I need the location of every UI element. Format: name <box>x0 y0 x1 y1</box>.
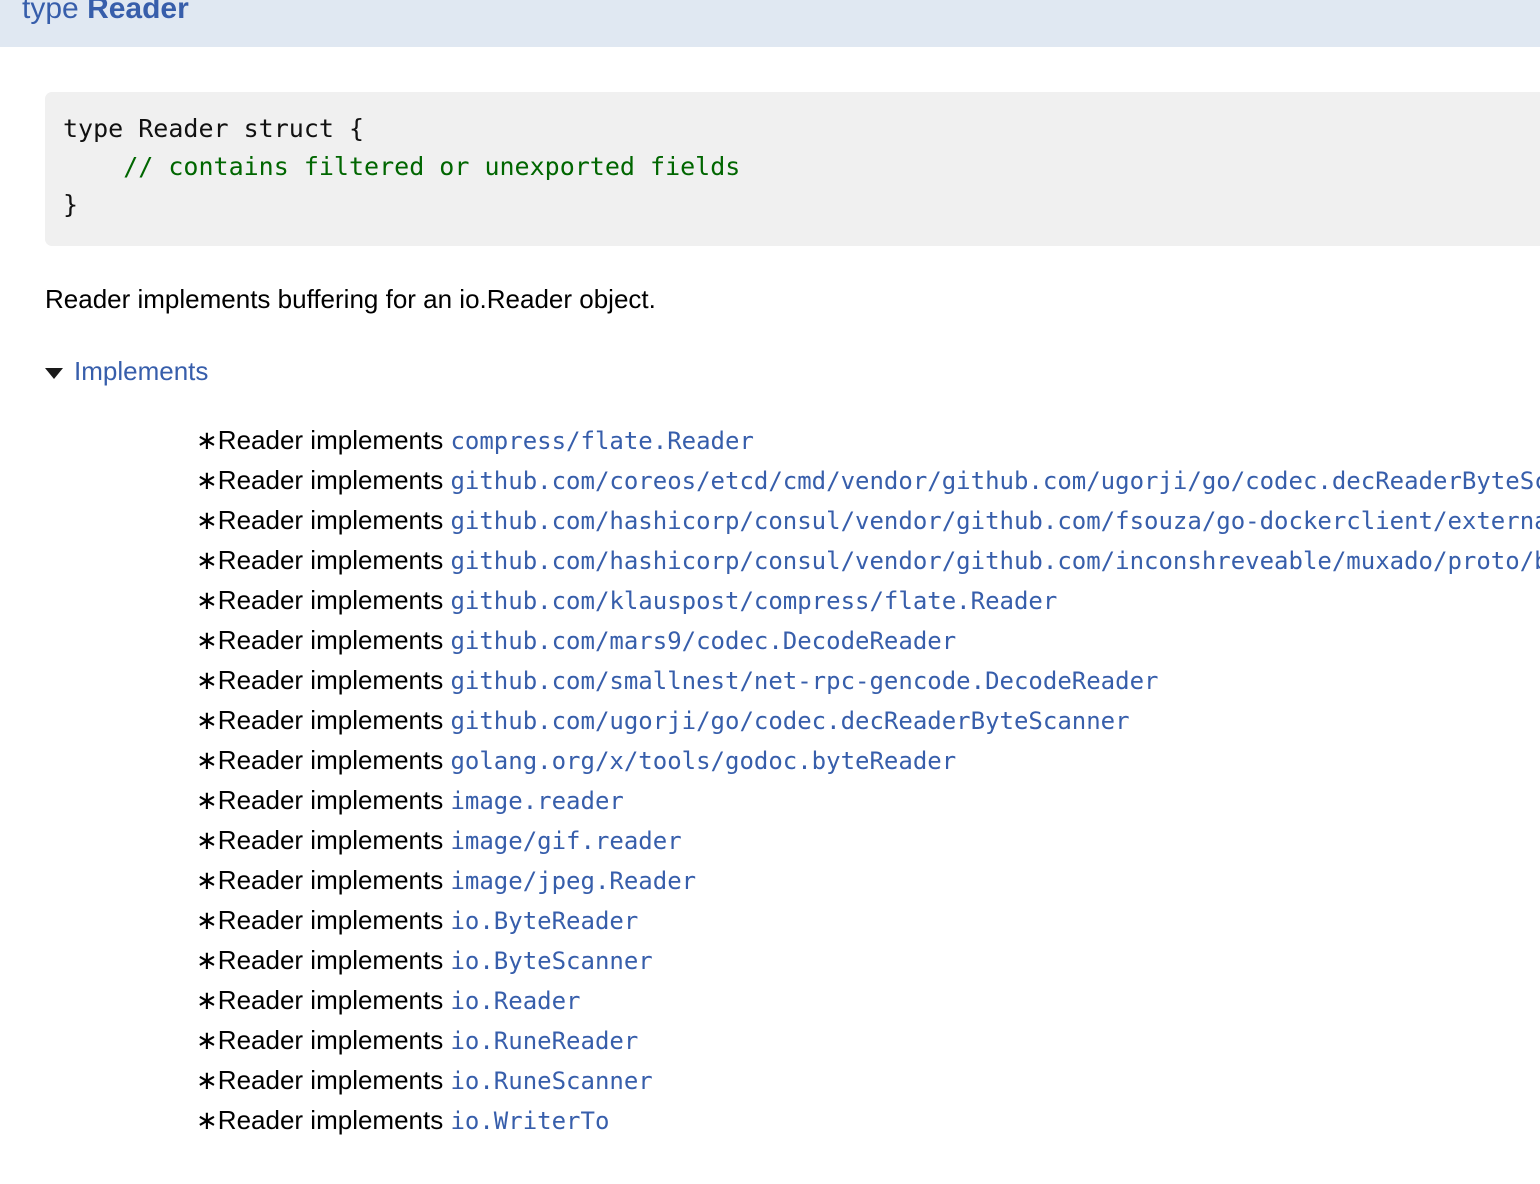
implements-item-link[interactable]: io.ByteReader <box>450 907 638 935</box>
implements-item-prefix: Reader implements <box>218 1065 451 1095</box>
implements-item-prefix: Reader implements <box>218 705 451 735</box>
implements-list-item: ∗Reader implements github.com/smallnest/… <box>196 660 1540 700</box>
code-line-2-indent <box>63 152 123 181</box>
implements-list-item: ∗Reader implements io.RuneScanner <box>196 1060 1540 1100</box>
triangle-down-icon <box>45 368 63 379</box>
asterisk-icon: ∗ <box>196 505 218 535</box>
implements-item-link[interactable]: io.RuneScanner <box>450 1067 652 1095</box>
implements-item-prefix: Reader implements <box>218 545 451 575</box>
implements-item-link[interactable]: io.WriterTo <box>450 1107 609 1135</box>
asterisk-icon: ∗ <box>196 1105 218 1135</box>
implements-item-link[interactable]: io.Reader <box>450 987 580 1015</box>
asterisk-icon: ∗ <box>196 825 218 855</box>
implements-list-item: ∗Reader implements image/gif.reader <box>196 820 1540 860</box>
implements-list-item: ∗Reader implements image.reader <box>196 780 1540 820</box>
implements-list-item: ∗Reader implements golang.org/x/tools/go… <box>196 740 1540 780</box>
type-keyword: type <box>22 0 79 25</box>
asterisk-icon: ∗ <box>196 465 218 495</box>
asterisk-icon: ∗ <box>196 585 218 615</box>
implements-item-link[interactable]: image/jpeg.Reader <box>450 867 696 895</box>
implements-item-link[interactable]: github.com/hashicorp/consul/vendor/githu… <box>450 507 1540 535</box>
implements-list-item: ∗Reader implements github.com/mars9/code… <box>196 620 1540 660</box>
code-line-3: } <box>63 190 78 219</box>
implements-list-item: ∗Reader implements io.ByteReader <box>196 900 1540 940</box>
implements-list-item: ∗Reader implements github.com/hashicorp/… <box>196 540 1540 580</box>
implements-item-prefix: Reader implements <box>218 945 451 975</box>
code-line-2-comment: // contains filtered or unexported field… <box>123 152 740 181</box>
implements-item-prefix: Reader implements <box>218 625 451 655</box>
implements-item-prefix: Reader implements <box>218 465 451 495</box>
implements-item-prefix: Reader implements <box>218 745 451 775</box>
implements-item-prefix: Reader implements <box>218 865 451 895</box>
implements-item-link[interactable]: github.com/ugorji/go/codec.decReaderByte… <box>450 707 1129 735</box>
asterisk-icon: ∗ <box>196 745 218 775</box>
implements-item-link[interactable]: github.com/coreos/etcd/cmd/vendor/github… <box>450 467 1540 495</box>
implements-item-prefix: Reader implements <box>218 665 451 695</box>
asterisk-icon: ∗ <box>196 625 218 655</box>
implements-item-prefix: Reader implements <box>218 1025 451 1055</box>
type-description: Reader implements buffering for an io.Re… <box>45 283 1540 315</box>
implements-item-link[interactable]: github.com/smallnest/net-rpc-gencode.Dec… <box>450 667 1158 695</box>
code-declaration: type Reader struct { // contains filtere… <box>63 110 1540 224</box>
asterisk-icon: ∗ <box>196 1065 218 1095</box>
asterisk-icon: ∗ <box>196 945 218 975</box>
implements-list-item: ∗Reader implements io.ByteScanner <box>196 940 1540 980</box>
implements-item-link[interactable]: github.com/mars9/codec.DecodeReader <box>450 627 956 655</box>
implements-list-item: ∗Reader implements compress/flate.Reader <box>196 420 1540 460</box>
implements-item-link[interactable]: github.com/hashicorp/consul/vendor/githu… <box>450 547 1540 575</box>
implements-list-item: ∗Reader implements github.com/klauspost/… <box>196 580 1540 620</box>
implements-list-item: ∗Reader implements github.com/ugorji/go/… <box>196 700 1540 740</box>
implements-item-prefix: Reader implements <box>218 425 451 455</box>
implements-item-link[interactable]: compress/flate.Reader <box>450 427 753 455</box>
implements-list-item: ∗Reader implements io.Reader <box>196 980 1540 1020</box>
implements-item-link[interactable]: golang.org/x/tools/godoc.byteReader <box>450 747 956 775</box>
implements-item-prefix: Reader implements <box>218 1105 451 1135</box>
implements-list-item: ∗Reader implements github.com/coreos/etc… <box>196 460 1540 500</box>
implements-item-link[interactable]: github.com/klauspost/compress/flate.Read… <box>450 587 1057 615</box>
implements-item-prefix: Reader implements <box>218 505 451 535</box>
asterisk-icon: ∗ <box>196 985 218 1015</box>
code-line-1: type Reader struct { <box>63 114 364 143</box>
implements-toggle[interactable]: Implements <box>45 357 208 385</box>
implements-item-link[interactable]: io.RuneReader <box>450 1027 638 1055</box>
type-name: Reader <box>87 0 189 25</box>
implements-item-link[interactable]: image/gif.reader <box>450 827 681 855</box>
implements-item-prefix: Reader implements <box>218 785 451 815</box>
implements-list-item: ∗Reader implements io.RuneReader <box>196 1020 1540 1060</box>
implements-list: ∗Reader implements compress/flate.Reader… <box>0 420 1540 1140</box>
asterisk-icon: ∗ <box>196 1025 218 1055</box>
asterisk-icon: ∗ <box>196 425 218 455</box>
implements-list-item: ∗Reader implements image/jpeg.Reader <box>196 860 1540 900</box>
implements-item-prefix: Reader implements <box>218 905 451 935</box>
implements-list-item: ∗Reader implements github.com/hashicorp/… <box>196 500 1540 540</box>
implements-item-link[interactable]: io.ByteScanner <box>450 947 652 975</box>
implements-item-prefix: Reader implements <box>218 585 451 615</box>
asterisk-icon: ∗ <box>196 545 218 575</box>
asterisk-icon: ∗ <box>196 905 218 935</box>
asterisk-icon: ∗ <box>196 705 218 735</box>
implements-list-item: ∗Reader implements io.WriterTo <box>196 1100 1540 1140</box>
implements-item-link[interactable]: image.reader <box>450 787 623 815</box>
asterisk-icon: ∗ <box>196 665 218 695</box>
implements-toggle-label: Implements <box>74 357 208 385</box>
asterisk-icon: ∗ <box>196 785 218 815</box>
type-header-text: type Reader <box>22 0 189 24</box>
asterisk-icon: ∗ <box>196 865 218 895</box>
type-header: type Reader <box>0 0 1540 47</box>
implements-item-prefix: Reader implements <box>218 985 451 1015</box>
implements-item-prefix: Reader implements <box>218 825 451 855</box>
code-block: type Reader struct { // contains filtere… <box>45 92 1540 246</box>
